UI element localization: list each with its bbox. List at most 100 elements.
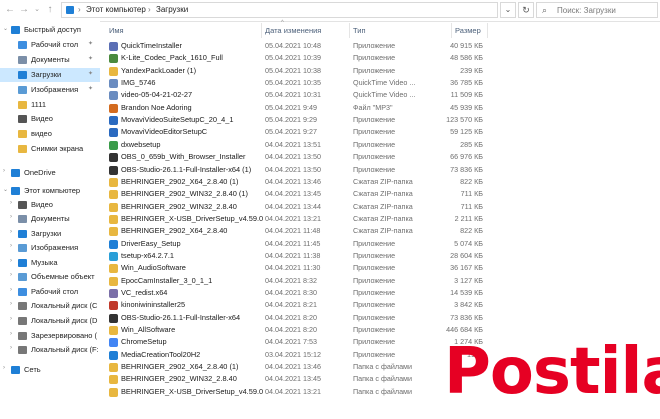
sidebar-item-label: Рабочий стол [31, 287, 79, 296]
sidebar-item[interactable]: › Сеть [0, 363, 100, 377]
file-row[interactable]: K-Lite_Codec_Pack_1610_Full 05.04.2021 10… [105, 52, 585, 64]
file-row[interactable]: Brandon Noe Adoring 05.04.2021 9:49 Файл "… [105, 102, 585, 114]
address-field[interactable]: › Этот компьютер › Загрузки [61, 2, 498, 18]
file-row[interactable]: VC_redist.x64 04.04.2021 8:30 Приложение 14… [105, 287, 585, 299]
sidebar-item[interactable]: Снимки экрана [0, 142, 100, 156]
breadcrumb-downloads[interactable]: Загрузки [156, 5, 188, 14]
file-type: Приложение [353, 115, 396, 125]
sidebar-item[interactable]: ⌄ Быстрый доступ [0, 23, 100, 37]
watermark-text: Postila [444, 335, 660, 409]
sidebar-item[interactable]: › Зарезервировано ( [0, 329, 100, 343]
file-row[interactable]: OBS_0_659b_With_Browser_Installer 04.04.2… [105, 151, 585, 163]
file-row[interactable]: BEHRINGER_2902_WIN32_2.8.40 (1) 04.04.202… [105, 188, 585, 200]
chevron-right-icon[interactable]: › [10, 272, 12, 278]
chevron-right-icon[interactable]: › [10, 229, 12, 235]
up-icon[interactable]: ↑ [44, 3, 56, 17]
sidebar-item[interactable]: › Объемные объект [0, 270, 100, 284]
chevron-right-icon[interactable]: › [10, 316, 12, 322]
sidebar-item[interactable]: › Видео [0, 198, 100, 212]
file-row[interactable]: IMG_5746 05.04.2021 10:35 QuickTime Video … [105, 77, 585, 89]
file-row[interactable]: MovaviVideoEditorSetupC 05.04.2021 9:27 Пр… [105, 126, 585, 138]
sidebar-item-label: Документы [31, 55, 70, 64]
pictures-icon [18, 244, 27, 252]
sidebar-item[interactable]: 1111 [0, 98, 100, 112]
refresh-icon[interactable]: ↻ [518, 2, 534, 18]
file-type: Приложение [353, 349, 396, 359]
file-row[interactable]: dxwebsetup 04.04.2021 13:51 Приложение 285 … [105, 139, 585, 151]
sidebar-item[interactable]: › Музыка [0, 256, 100, 270]
column-date[interactable]: Дата изменения [265, 26, 321, 35]
sidebar-item[interactable]: › Изображения [0, 241, 100, 255]
sidebar-item[interactable]: ⌄ Этот компьютер [0, 184, 100, 198]
chevron-down-icon[interactable]: ⌄ [3, 25, 8, 32]
file-row[interactable]: MovaviVideoSuiteSetupC_20_4_1 05.04.2021 … [105, 114, 585, 126]
file-row[interactable]: YandexPackLoader (1) 05.04.2021 10:38 Прил… [105, 65, 585, 77]
sidebar-item[interactable]: › Локальный диск (С [0, 299, 100, 313]
file-size: 285 КБ [460, 139, 483, 149]
file-date: 03.04.2021 15:12 [265, 349, 321, 359]
forward-icon[interactable]: → [18, 3, 30, 17]
folder-icon [18, 145, 27, 153]
file-row[interactable]: QuickTimeInstaller 05.04.2021 10:48 Прилож… [105, 40, 585, 52]
address-dropdown-icon[interactable]: ⌄ [500, 2, 516, 18]
file-icon [109, 375, 118, 385]
file-row[interactable]: DriverEasy_Setup 04.04.2021 11:45 Приложен… [105, 238, 585, 250]
file-row[interactable]: BEHRINGER_2902_X64_2.8.40 04.04.2021 11:4… [105, 225, 585, 237]
file-row[interactable]: BEHRINGER_2902_X64_2.8.40 (1) 04.04.2021 … [105, 176, 585, 188]
chevron-right-icon[interactable]: › [10, 258, 12, 264]
sidebar-item[interactable]: видео [0, 127, 100, 141]
chevron-right-icon[interactable]: › [10, 345, 12, 351]
file-icon [109, 42, 118, 51]
file-row[interactable]: Win_AudioSoftware 04.04.2021 11:30 Приложе… [105, 262, 585, 274]
sidebar-item[interactable]: Рабочий стол ✦ [0, 38, 100, 52]
column-divider[interactable] [451, 23, 452, 38]
sidebar-item[interactable]: Изображения ✦ [0, 83, 100, 97]
column-size[interactable]: Размер [455, 26, 481, 35]
sidebar-item[interactable]: › Документы [0, 212, 100, 226]
sidebar-item[interactable]: Документы ✦ [0, 53, 100, 67]
chevron-right-icon[interactable]: › [10, 214, 12, 220]
sidebar-item-label: OneDrive [24, 168, 56, 177]
recent-dropdown-icon[interactable]: ⌄ [31, 3, 43, 17]
file-row[interactable]: OBS-Studio-26.1.1-Full-Installer-x64 (1)… [105, 164, 585, 176]
sidebar-item[interactable]: › Локальный диск (D [0, 314, 100, 328]
file-row[interactable]: OBS-Studio-26.1.1-Full-Installer-x64 04.0… [105, 312, 585, 324]
sidebar-item[interactable]: › Загрузки [0, 227, 100, 241]
file-date: 04.04.2021 7:53 [265, 337, 317, 347]
chevron-right-icon[interactable]: › [10, 301, 12, 307]
sidebar-item[interactable]: Загрузки ✦ [0, 68, 100, 82]
file-row[interactable]: BEHRINGER_2902_WIN32_2.8.40 04.04.2021 13… [105, 201, 585, 213]
chevron-right-icon[interactable]: › [10, 331, 12, 337]
column-divider[interactable] [487, 23, 488, 38]
search-input[interactable]: ⌕ Поиск: Загрузки [536, 2, 658, 18]
column-divider[interactable] [261, 23, 262, 38]
file-icon [109, 338, 118, 348]
file-date: 05.04.2021 10:48 [265, 41, 321, 50]
column-type[interactable]: Тип [353, 26, 366, 35]
sidebar-item-label: Загрузки [31, 229, 62, 238]
sidebar-item[interactable]: Видео [0, 112, 100, 126]
chevron-right-icon[interactable]: › [3, 365, 5, 371]
chevron-right-icon[interactable]: › [10, 200, 12, 206]
file-size: 40 915 КБ [450, 41, 483, 50]
sidebar-item[interactable]: › OneDrive [0, 166, 100, 180]
file-icon [109, 326, 118, 336]
sidebar-item[interactable]: › Локальный диск (F: [0, 343, 100, 357]
back-icon[interactable]: ← [4, 3, 16, 17]
file-row[interactable]: BEHRINGER_X-USB_DriverSetup_v4.59.0 04.04… [105, 213, 585, 225]
chevron-right-icon[interactable]: › [10, 243, 12, 249]
column-divider[interactable] [349, 23, 350, 38]
chevron-right-icon[interactable]: › [10, 287, 12, 293]
file-date: 05.04.2021 10:35 [265, 78, 321, 88]
file-row[interactable]: EpocCamInstaller_3_0_1_1 04.04.2021 8:32 П… [105, 275, 585, 287]
chevron-right-icon[interactable]: › [3, 168, 5, 174]
chevron-down-icon[interactable]: ⌄ [3, 186, 8, 193]
file-icon [109, 91, 118, 101]
file-row[interactable]: video-05-04-21-02-27 05.04.2021 10:31 Quic… [105, 89, 585, 101]
breadcrumb-this-pc[interactable]: Этот компьютер [86, 5, 146, 14]
file-row[interactable]: kinoniwininstaller25 04.04.2021 8:21 Прило… [105, 299, 585, 311]
file-row[interactable]: tsetup-x64.2.7.1 04.04.2021 11:38 Приложен… [105, 250, 585, 262]
sidebar-item[interactable]: › Рабочий стол [0, 285, 100, 299]
file-size: 5 074 КБ [454, 238, 483, 248]
column-name[interactable]: Имя [109, 26, 124, 35]
